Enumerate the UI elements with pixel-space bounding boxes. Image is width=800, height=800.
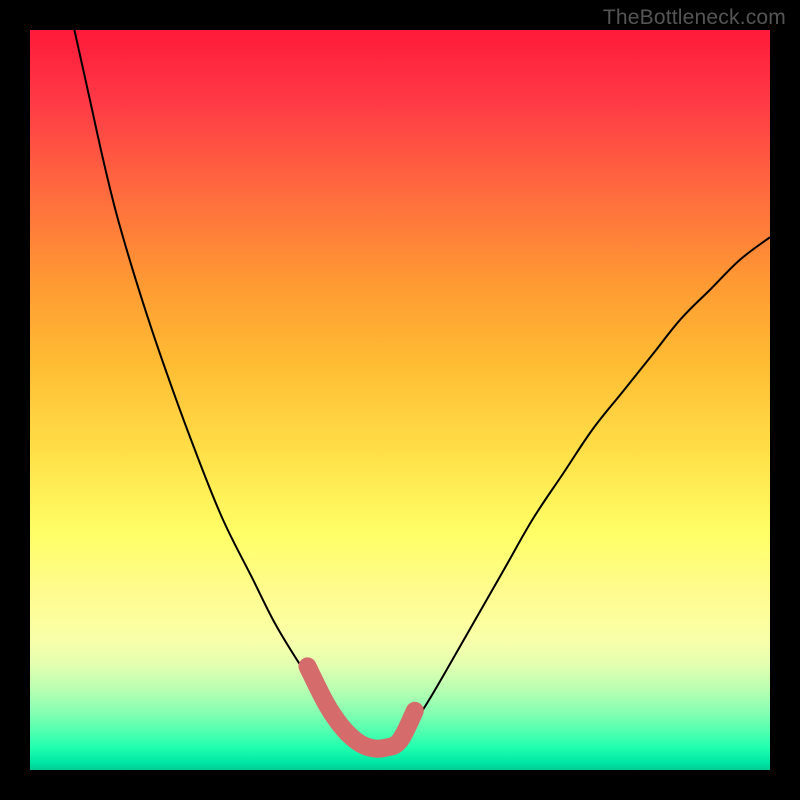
chart-plot-area bbox=[30, 30, 770, 770]
right-curve-line bbox=[400, 237, 770, 740]
valley-highlight-line bbox=[308, 666, 415, 748]
chart-svg bbox=[30, 30, 770, 770]
attribution-text: TheBottleneck.com bbox=[603, 6, 786, 30]
left-curve-line bbox=[74, 30, 355, 740]
